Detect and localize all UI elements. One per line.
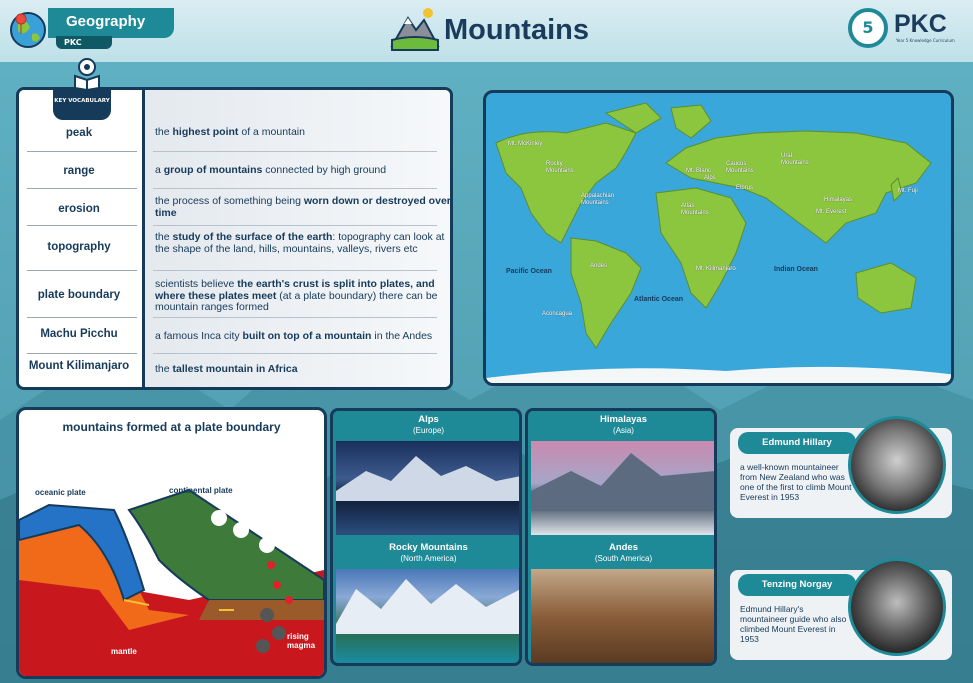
page-title-block: Mountains <box>390 6 620 52</box>
vocab-term: plate boundary <box>37 289 121 301</box>
label-rising-magma: rising magma <box>287 632 316 650</box>
vocab-term: peak <box>65 127 93 139</box>
map-label-himalayas: Himalayas <box>824 197 853 203</box>
vocab-definition: a group of mountains connected by high g… <box>155 164 387 176</box>
range-card-alps: Alps (Europe) <box>336 411 519 535</box>
row-divider <box>27 270 137 271</box>
person-description: a well-known mountaineer from New Zealan… <box>740 462 852 502</box>
range-region: (Asia) <box>613 426 634 435</box>
map-label-indian-ocean: Indian Ocean <box>774 266 818 273</box>
range-card-rocky-mountains: Rocky Mountains (North America) <box>336 539 519 663</box>
range-name: Alps <box>418 414 439 425</box>
person-description: Edmund Hillary's mountaineer guide who a… <box>740 604 847 644</box>
vocab-definition: the tallest mountain in Africa <box>155 363 298 375</box>
map-label-andes: Andes <box>590 263 608 269</box>
map-label-atlas-mountains: Atlas Mountains <box>681 203 709 216</box>
person-name: Edmund Hillary <box>738 432 856 454</box>
row-divider <box>153 317 437 318</box>
vocab-term: erosion <box>58 203 100 215</box>
map-label-aconcagua: Aconcagua <box>542 311 573 317</box>
logo-subtext: Year 5 Knowledge Curriculum <box>896 38 955 43</box>
tenzing-norgay-portrait <box>848 558 946 656</box>
range-card-andes: Andes (South America) <box>531 539 714 663</box>
mountain-icon <box>390 8 440 51</box>
himalayas-photo <box>531 441 714 535</box>
vocab-term: topography <box>47 241 111 253</box>
map-label-mt-mckinley: Mt. McKinley <box>508 141 543 147</box>
row-divider <box>27 151 137 152</box>
subject-tag: PKC <box>56 36 112 49</box>
subject-title: Geography <box>66 13 146 30</box>
range-card-himalayas: Himalayas (Asia) <box>531 411 714 535</box>
map-label-alps: Alps <box>704 175 716 181</box>
row-divider <box>27 188 137 189</box>
map-label-pacific-ocean: Pacific Ocean <box>506 268 552 275</box>
range-region: (North America) <box>400 554 457 563</box>
map-label-ural-mountains: Ural Mountains <box>781 153 809 166</box>
vocab-definition: the study of the surface of the earth: t… <box>155 231 445 255</box>
person-name: Tenzing Norgay <box>738 574 856 596</box>
pkc-logo: 5 PKC Year 5 Knowledge Curriculum <box>848 8 958 50</box>
ranges-column-right: Himalayas (Asia) Andes (South America) <box>525 408 717 666</box>
world-map-shapes <box>486 102 951 383</box>
person-card-edmund-hillary: Edmund Hillary a well-known mountaineer … <box>730 416 952 518</box>
globe-icon <box>10 12 46 48</box>
range-region: (South America) <box>594 554 653 563</box>
row-divider <box>153 151 437 152</box>
vocab-definition: scientists believe the earth's crust is … <box>155 278 438 313</box>
vocab-term: Mount Kilimanjaro <box>28 360 130 372</box>
row-divider <box>27 317 137 318</box>
key-vocabulary-badge: KEY VOCABULARY <box>53 90 111 120</box>
map-label-atlantic-ocean: Atlantic Ocean <box>634 296 684 303</box>
row-divider <box>153 270 437 271</box>
row-divider <box>27 353 137 354</box>
subject-banner: Geography PKC <box>8 8 174 49</box>
map-label-mt-blanc: Mt. Blanc <box>686 168 712 174</box>
label-mantle: mantle <box>111 647 137 656</box>
plate-boundary-panel: mountains formed at a plate boundary oce… <box>16 407 327 679</box>
map-label-caucus-mountains: Caucus Mountains <box>726 161 754 174</box>
plate-diagram-title: mountains formed at a plate boundary <box>62 420 281 434</box>
label-oceanic-plate: oceanic plate <box>35 488 86 497</box>
map-label-appalachian-mountains: Appalachian Mountains <box>581 193 615 206</box>
row-divider <box>27 225 137 226</box>
map-label-mt-kilimanjaro: Mt. Kilimanjaro <box>696 266 736 272</box>
vocab-term: range <box>63 165 95 177</box>
range-name: Himalayas <box>599 414 647 425</box>
rocky-mountains-photo <box>336 569 519 663</box>
range-region: (Europe) <box>412 426 445 435</box>
row-divider <box>153 353 437 354</box>
logo-text: PKC <box>894 10 947 38</box>
edmund-hillary-portrait <box>848 416 946 514</box>
alps-photo <box>336 441 519 535</box>
book-location-icon <box>74 58 100 90</box>
vocab-definition: the process of something being worn down… <box>155 195 451 219</box>
key-vocabulary-panel: KEY VOCABULARY peak the highest point of … <box>16 87 453 390</box>
vocab-definition: a famous Inca city built on top of a mou… <box>155 330 433 342</box>
map-label-rocky-mountains: Rocky Mountains <box>546 161 574 174</box>
map-label-mt-everest: Mt. Everest <box>816 209 847 215</box>
world-map: Mt. McKinley Rocky Mountains Appalachian… <box>483 90 954 386</box>
range-name: Andes <box>608 542 639 553</box>
row-divider <box>153 225 437 226</box>
plate-boundary-diagram <box>19 488 324 676</box>
person-card-tenzing-norgay: Tenzing Norgay Edmund Hillary's mountain… <box>730 558 952 660</box>
vocab-term: Machu Picchu <box>40 328 118 340</box>
page-title: Mountains <box>444 14 589 46</box>
map-label-elbrus: Elbrus <box>736 185 754 191</box>
ranges-column-left: Alps (Europe) Rocky Mountains (North Ameri… <box>330 408 522 666</box>
label-continental-plate: continental plate <box>169 486 233 495</box>
vocab-definition: the highest point of a mountain <box>155 126 305 138</box>
map-label-mt-fuji: Mt. Fuji <box>898 188 918 194</box>
row-divider <box>153 188 437 189</box>
andes-photo <box>531 569 714 663</box>
range-name: Rocky Mountains <box>389 542 468 553</box>
logo-year-badge: 5 <box>848 8 888 48</box>
